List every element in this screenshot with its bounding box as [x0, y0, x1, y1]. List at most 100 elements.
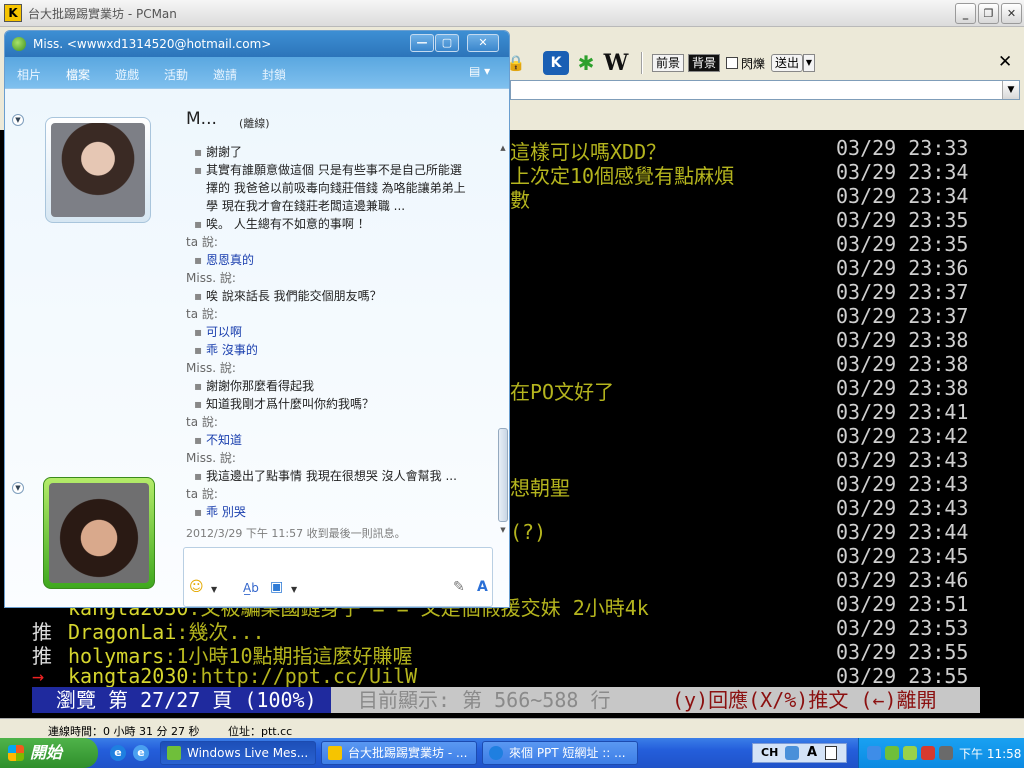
menu-activities[interactable]: 活動 [164, 66, 188, 83]
bullet-icon: ▪ [194, 469, 203, 483]
contact-avatar [51, 123, 145, 217]
messenger-title: Miss. <wwwxd1314520@hotmail.com> [33, 37, 272, 51]
collapse-self-picture-icon[interactable]: ▼ [12, 482, 24, 494]
messenger-minimize-button[interactable]: — [410, 34, 434, 52]
messenger-menu: 相片 檔案 遊戲 活動 邀請 封鎖 ▤ ▾ [5, 57, 509, 89]
scroll-up-icon[interactable]: ▲ [498, 143, 508, 153]
chat-text: ta 說: [186, 307, 218, 321]
nvidia-icon[interactable] [903, 746, 917, 760]
scroll-down-icon[interactable]: ▼ [498, 525, 508, 535]
blink-label: 閃爍 [741, 57, 766, 71]
push-user: kangta2030:http://ppt.cc/UilW [68, 664, 417, 688]
menu-files[interactable]: 檔案 [66, 66, 90, 83]
terminal-statusbar: 瀏覽 第 27/27 頁 (100%) 目前顯示: 第 566~588 行 (y… [32, 687, 980, 713]
font-icon[interactable]: A̲b [243, 581, 259, 595]
chat-scrollbar[interactable]: ▲ ▼ [497, 143, 509, 539]
chat-message: ▪ 謝謝你那麼看得起我 [186, 377, 491, 395]
toolbar-separator [641, 52, 643, 74]
chat-message: ▪ 恩恩真的 [186, 251, 491, 269]
address-bar[interactable]: ▼ [510, 80, 1020, 100]
messenger-close-button[interactable]: ✕ [467, 34, 499, 52]
menu-block[interactable]: 封鎖 [262, 66, 286, 83]
showing-status: 目前顯示: 第 566~588 行 [358, 688, 611, 712]
chat-text: 其實有誰願意做這個 只是有些事不是自己所能選 [206, 163, 462, 177]
foreground-button[interactable]: 前景 [652, 54, 685, 72]
row-time: 03/29 23:44 [836, 520, 969, 544]
send-dropdown-arrow-icon[interactable]: ▼ [803, 54, 815, 72]
row-time: 03/29 23:43 [836, 496, 969, 520]
pcman-statusbar: 連線時間：0 小時 31 分 27 秒 位址：ptt.cc [0, 718, 1024, 738]
start-button[interactable]: 開始 [0, 738, 98, 768]
row-time: 03/29 23:55 [836, 664, 969, 688]
row-time: 03/29 23:43 [836, 448, 969, 472]
push-row: 推 DragonLai:幾次... 03/29 23:53 [0, 616, 1024, 644]
pcman-k-icon[interactable]: K [543, 51, 569, 75]
chat-text: ta 說: [186, 415, 218, 429]
antivirus-icon[interactable] [921, 746, 935, 760]
task-messenger[interactable]: Windows Live Mes... [160, 741, 316, 765]
chat-message: ▪ 唉。 人生總有不如意的事啊 ！ [186, 215, 491, 233]
volume-icon[interactable] [939, 746, 953, 760]
pcman-maximize-button[interactable]: ❐ [978, 3, 999, 24]
row-time: 03/29 23:38 [836, 352, 969, 376]
messenger-maximize-button[interactable]: ▢ [435, 34, 459, 52]
task-messenger-label: Windows Live Mes... [187, 746, 309, 760]
ime-mode[interactable]: A [807, 744, 817, 762]
network-icon[interactable] [867, 746, 881, 760]
emoticon-dropdown-icon[interactable]: ▼ [211, 585, 217, 594]
chat-sender: ta 說: [186, 413, 491, 431]
background-button[interactable]: 背景 [688, 54, 721, 72]
row-time: 03/29 23:55 [836, 640, 969, 664]
menu-games[interactable]: 遊戲 [115, 66, 139, 83]
task-browser[interactable]: 來個 PPT 短網址 :: ... [482, 741, 638, 765]
messenger-window: Miss. <wwwxd1314520@hotmail.com> — ▢ ✕ 相… [4, 30, 510, 608]
last-message-timestamp: 2012/3/29 下午 11:57 收到最後一則訊息。 [186, 527, 406, 540]
menu-invite[interactable]: 邀請 [213, 66, 237, 83]
self-display-picture[interactable] [43, 477, 155, 589]
ime-softkeyboard-icon[interactable] [825, 746, 837, 760]
blink-checkbox[interactable] [726, 57, 738, 69]
flower-icon[interactable]: ✱ [573, 51, 599, 75]
bullet-icon: ▪ [194, 253, 203, 267]
send-button[interactable]: 送出 [771, 54, 804, 72]
chat-history[interactable]: ▪ 謝謝了 ▪ 其實有誰願意做這個 只是有些事不是自己所能選 擇的 我爸爸以前吸毒向錢莊… [186, 143, 496, 525]
chat-sender: ta 說: [186, 485, 491, 503]
wink-dropdown-icon[interactable]: ▼ [291, 585, 297, 594]
scroll-thumb[interactable] [498, 428, 508, 522]
compose-toolbar: ☺ ▼ A̲b ▣ ▼ ✎ A [183, 573, 493, 605]
collapse-contact-picture-icon[interactable]: ▼ [12, 114, 24, 126]
ime-language[interactable]: CH [761, 744, 778, 762]
row-time: 03/29 23:33 [836, 136, 969, 160]
task-pcman[interactable]: 台大批踢踢實業坊 - ... [321, 741, 477, 765]
internet-explorer-icon[interactable]: e [110, 745, 126, 761]
messenger-body: ▼ ▼ M... (離線) ▪ 謝謝了 ▪ 其實有誰願意做這個 只是有些事不是自己所能… [5, 89, 509, 607]
messenger-titlebar[interactable]: Miss. <wwwxd1314520@hotmail.com> — ▢ ✕ [5, 31, 509, 57]
chat-text: ta 說: [186, 235, 218, 249]
clock[interactable]: 下午 11:58 [959, 745, 1021, 762]
contact-display-picture[interactable] [45, 117, 151, 223]
chat-text: 不知道 [206, 433, 243, 447]
pcman-close-button[interactable]: ✕ [1001, 3, 1022, 24]
browser-quicklaunch-icon[interactable]: e [133, 745, 149, 761]
ime-icon[interactable] [785, 746, 799, 760]
close-tab-icon[interactable]: ✕ [998, 52, 1012, 72]
row-time: 03/29 23:53 [836, 616, 969, 640]
chat-text: 擇的 我爸爸以前吸毒向錢莊借錢 為咯能讓弟弟上 [206, 181, 466, 195]
handwriting-icon[interactable]: ✎ [453, 579, 465, 595]
wikipedia-icon[interactable]: W [603, 51, 629, 75]
contact-status: (離線) [239, 117, 270, 130]
bullet-icon: ▪ [194, 217, 203, 231]
emoticon-icon[interactable]: ☺ [189, 579, 204, 595]
chat-message: ▪ 其實有誰願意做這個 只是有些事不是自己所能選 [186, 161, 491, 179]
messenger-tray-icon[interactable] [885, 746, 899, 760]
menu-photos[interactable]: 相片 [17, 66, 41, 83]
address-dropdown-icon[interactable]: ▼ [1002, 81, 1019, 99]
text-format-icon[interactable]: A [477, 579, 488, 595]
language-bar[interactable]: CH A [752, 743, 847, 763]
row-time: 03/29 23:38 [836, 376, 969, 400]
pcman-titlebar[interactable]: K 台大批踢踢實業坊 - PCMan _ ❐ ✕ [0, 0, 1024, 27]
bullet-icon: ▪ [194, 163, 203, 177]
wink-icon[interactable]: ▣ [270, 579, 283, 595]
menu-options-icon[interactable]: ▤ ▾ [469, 64, 495, 82]
pcman-minimize-button[interactable]: _ [955, 3, 976, 24]
